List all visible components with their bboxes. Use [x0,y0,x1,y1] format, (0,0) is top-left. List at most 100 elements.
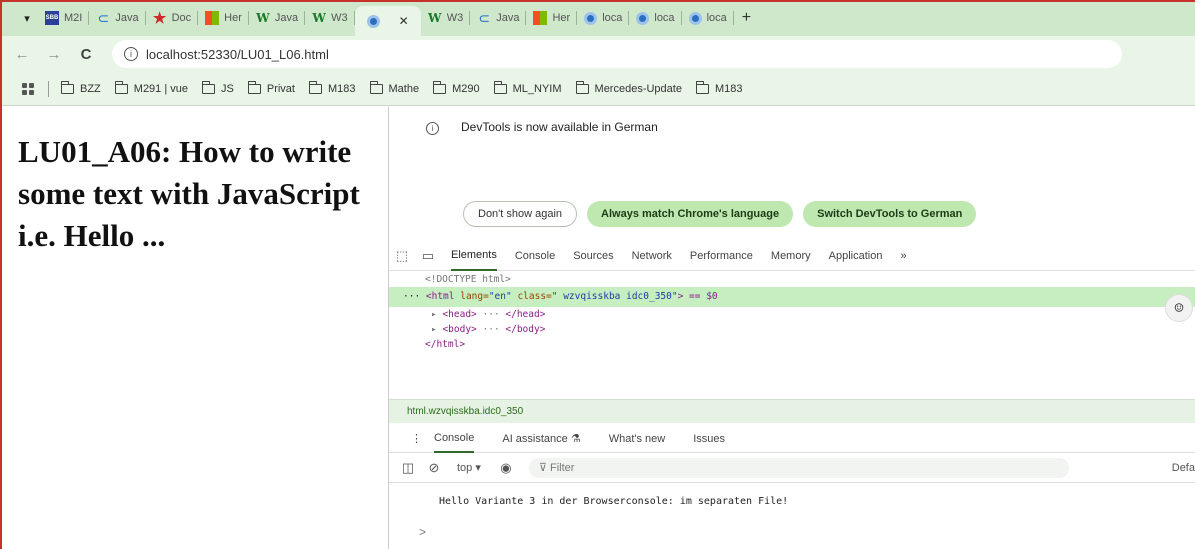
drawer-tabs: ⋮ Console AI assistance ⚗ What's new Iss… [389,425,1195,453]
folder-icon [202,80,216,94]
drawer-tab-whats-new[interactable]: What's new [609,425,666,453]
html-close-node[interactable]: </html> [389,337,1195,352]
body-node[interactable]: ▸ <body> ··· </body> [389,322,1195,337]
more-tabs-icon[interactable]: » [900,241,906,271]
bookmark-folder[interactable]: M183 [695,80,743,95]
drawer-tab-console[interactable]: Console [434,425,475,453]
filter-icon: ⊽ [538,462,547,474]
tab-title: Doc [171,12,192,24]
bookmark-folder[interactable]: M183 [308,80,356,95]
bookmark-folder[interactable]: BZZ [61,80,101,95]
head-node[interactable]: ▸ <head> ··· </head> [389,307,1195,322]
tab-memory[interactable]: Memory [771,241,811,271]
tab-title: Java [115,12,139,24]
drawer-tab-ai-assistance[interactable]: AI assistance ⚗ [502,425,580,453]
site-info-icon[interactable]: i [124,47,138,61]
tab-performance[interactable]: Performance [690,241,753,271]
folder-icon [61,80,74,94]
filter-input[interactable]: ⊽ Filter [528,457,1069,478]
browser-tab[interactable]: ⊂ Java [89,5,146,31]
sbb-icon: SBB [45,11,59,25]
browser-toolbar: ← → C i localhost:52330/LU01_L06.html [2,36,1195,72]
drawer-tab-issues[interactable]: Issues [693,425,725,453]
close-icon[interactable]: ✕ [399,14,409,28]
browser-tab[interactable]: loca [682,5,734,31]
w3-icon: W [427,11,442,25]
address-bar[interactable]: i localhost:52330/LU01_L06.html [112,40,1122,68]
eye-icon[interactable]: ◉ [493,460,519,476]
device-toolbar-icon[interactable]: ▭ [415,248,441,264]
browser-tab[interactable]: W W3 [421,5,471,31]
reload-button[interactable]: C [74,46,98,63]
star-icon: ★ [152,10,167,27]
console-toolbar: ◫ ⊘ top ▾ ◉ ⊽ Filter Defa [389,453,1195,483]
bookmark-folder[interactable]: Mathe [369,80,419,95]
folder-icon [575,80,589,94]
browser-tab[interactable]: Her [526,5,577,31]
tab-strip: ▾ SBB M2I ⊂ Java ★ Doc Her W Java W W3 ✕ W W3 … [0,0,1195,36]
back-button[interactable]: ← [10,46,34,63]
bookmark-folder[interactable]: ML_NYIM [493,80,562,95]
browser-tab[interactable]: Her [198,5,249,31]
browser-tab-active[interactable]: ✕ [354,6,421,36]
match-language-button[interactable]: Always match Chrome's language [587,201,794,227]
microsoft-icon [205,11,220,25]
folder-icon [433,80,447,94]
chrome-icon [584,11,598,25]
apps-grid-icon[interactable] [22,82,34,95]
tab-title: Java [274,12,299,24]
tab-title: W3 [446,12,464,24]
switch-to-german-button[interactable]: Switch DevTools to German [803,201,977,227]
bookmark-folder[interactable]: JS [202,80,234,95]
dont-show-again-button[interactable]: Don't show again [463,201,578,227]
sidebar-toggle-icon[interactable]: ◫ [395,460,421,476]
context-selector[interactable]: top ▾ [457,461,481,474]
console-prompt[interactable]: > [419,525,426,539]
tab-title: loca [706,12,727,24]
accessibility-icon[interactable]: ☺ [1165,294,1193,322]
bookmarks-divider [48,80,49,97]
tab-console[interactable]: Console [515,241,555,271]
doc-icon: ⊂ [97,9,110,26]
html-node-selected[interactable]: ··· <html lang="en" class=" wzvqisskba i… [389,287,1195,307]
new-tab-button[interactable]: + [742,9,751,27]
browser-tab[interactable]: W Java [249,5,306,31]
browser-tab[interactable]: loca [577,5,630,31]
browser-tab[interactable]: SBB M2I [38,5,90,31]
drawer-menu-icon[interactable]: ⋮ [411,432,422,445]
bookmark-folder[interactable]: Mercedes-Update [575,80,682,95]
tab-application[interactable]: Application [829,241,883,271]
chrome-icon [366,14,380,28]
folder-icon [247,80,261,94]
w3-icon: W [256,11,270,25]
bookmark-folder[interactable]: M291 | vue [114,80,188,95]
browser-tab[interactable]: loca [629,5,682,31]
tab-network[interactable]: Network [632,241,672,271]
bookmark-folder[interactable]: Privat [247,80,295,95]
breadcrumb[interactable]: html.wzvqisskba.idc0_350 [389,399,1195,423]
tab-title: Her [224,12,242,24]
browser-tab[interactable]: ⊂ Java [470,5,527,31]
doctype-node[interactable]: <!DOCTYPE html> [389,272,1195,287]
bookmark-folder[interactable]: M290 [433,80,480,95]
doc-icon: ⊂ [478,9,491,26]
browser-tab[interactable]: W W3 [305,5,355,31]
language-banner: i DevTools is now available in German Do… [389,107,1195,235]
forward-button[interactable]: → [42,46,66,63]
tab-title: W3 [331,12,348,24]
banner-message: DevTools is now available in German [461,120,658,134]
microsoft-icon [533,11,548,25]
tab-elements[interactable]: Elements [451,241,497,271]
folder-icon [493,80,507,94]
console-log-message: Hello Variante 3 in der Browserconsole: … [439,496,789,507]
inspect-icon[interactable]: ⬚ [389,248,415,264]
browser-tab[interactable]: ★ Doc [146,5,199,31]
tab-search-button[interactable]: ▾ [16,7,38,29]
tab-title: loca [654,12,675,24]
chrome-icon [636,11,650,25]
tab-sources[interactable]: Sources [573,241,613,271]
tab-title: M2I [64,12,83,24]
clear-console-icon[interactable]: ⊘ [421,460,447,476]
web-page: LU01_A06: How to write some text with Ja… [2,107,388,549]
log-levels-dropdown[interactable]: Defa [1172,462,1195,474]
